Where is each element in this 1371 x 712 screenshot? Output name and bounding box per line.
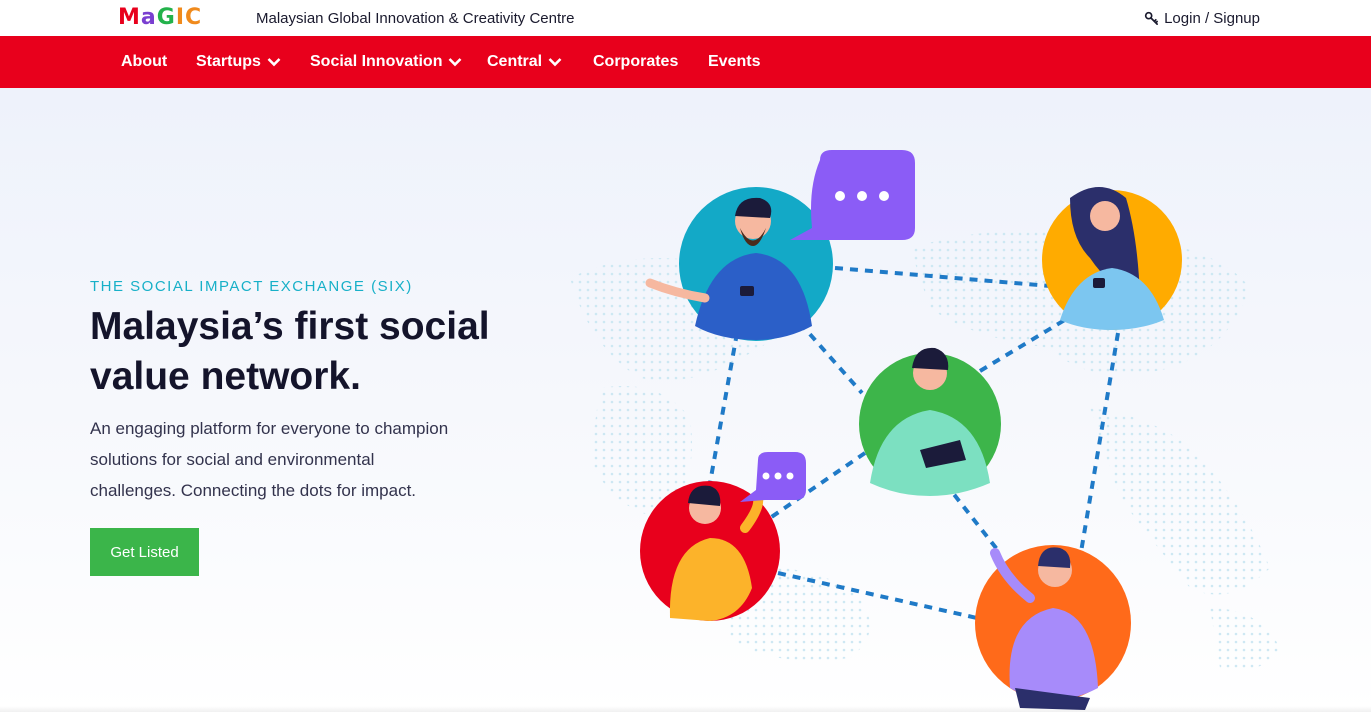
nav-item-corporates[interactable]: Corporates [593,36,678,88]
magic-logo[interactable]: MaGIC [118,6,202,30]
chevron-down-icon [449,58,462,67]
logo-letter-m: M [118,5,141,30]
hero-headline: Malaysia’s first social value network. [90,302,530,402]
chevron-down-icon [548,58,562,67]
nav-item-about[interactable]: About [121,36,167,88]
description-line-1: An engaging platform for everyone to cha… [90,419,449,438]
get-listed-button[interactable]: Get Listed [90,528,199,576]
nav-label: Startups [196,53,261,70]
hero-section: THE SOCIAL IMPACT EXCHANGE (SIX) Malaysi… [0,88,1371,712]
social-network-illustration [570,150,1280,710]
nav-label: Events [708,53,761,70]
avatar-woman-with-phone [1042,187,1182,330]
nav-item-startups[interactable]: Startups [196,36,281,88]
description-line-3: challenges. Connecting the dots for impa… [90,481,417,500]
avatar-man-waving [640,481,780,621]
login-signup-link[interactable]: Login / Signup [1144,10,1260,27]
logo-letter-c: C [185,5,203,30]
nav-item-central[interactable]: Central [487,36,562,88]
login-label: Login / Signup [1164,10,1260,27]
key-icon [1144,11,1159,25]
headline-line-1: Malaysia’s first social [90,305,490,348]
nav-item-events[interactable]: Events [708,36,760,88]
logo-letter-a: a [140,5,157,30]
chevron-down-icon [267,58,281,67]
avatar-man-in-hoodie [975,545,1131,710]
main-nav: About Startups Social Innovation Central… [0,36,1371,88]
hero-eyebrow: THE SOCIAL IMPACT EXCHANGE (SIX) [90,278,413,295]
section-divider-shadow [0,706,1371,712]
logo-letter-i: I [175,5,186,30]
hero-description: An engaging platform for everyone to cha… [90,413,500,506]
headline-line-2: value network. [90,355,361,398]
nav-label: Social Innovation [310,53,443,70]
nav-item-social-innovation[interactable]: Social Innovation [310,36,462,88]
nav-label: Central [487,53,543,70]
description-line-2: solutions for social and environmental [90,450,375,469]
nav-label: Corporates [593,53,679,70]
nav-label: About [121,53,168,70]
top-bar: MaGIC Malaysian Global Innovation & Crea… [0,0,1371,36]
org-name: Malaysian Global Innovation & Creativity… [256,10,575,27]
logo-letter-g: G [156,5,176,30]
